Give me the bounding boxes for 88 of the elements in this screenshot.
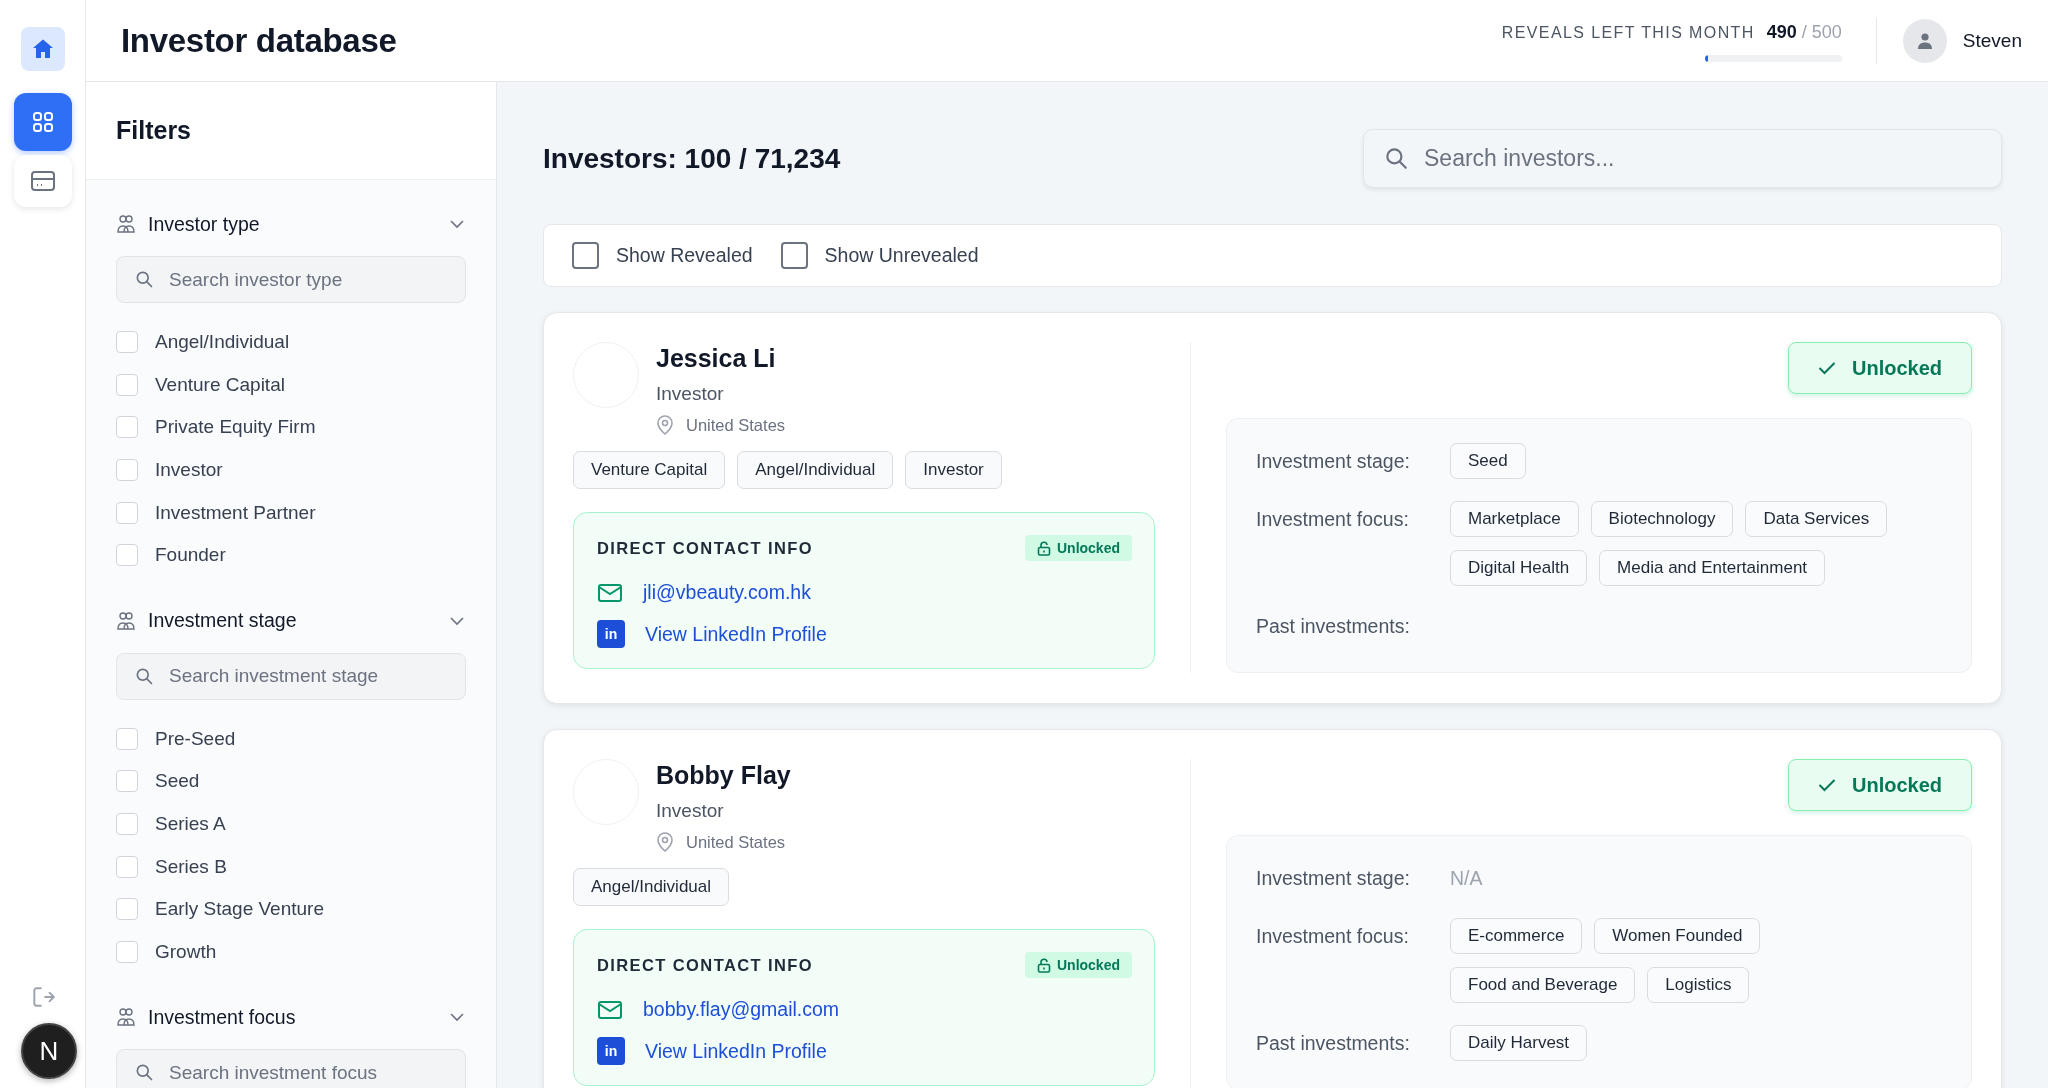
detail-label: Investment stage: [1256, 866, 1411, 891]
detail-label: Past investments: [1256, 614, 1411, 639]
search-icon [1383, 145, 1409, 171]
linkedin-link[interactable]: View LinkedIn Profile [645, 622, 827, 646]
linkedin-icon: in [597, 620, 625, 648]
tag: Angel/Individual [737, 451, 894, 489]
checkbox-label: Investment Partner [155, 501, 316, 524]
reveals-label: REVEALS LEFT THIS MONTH [1501, 23, 1755, 42]
tag: Food and Beverage [1450, 967, 1636, 1003]
tag: Seed [1450, 443, 1526, 479]
tag: Investor [905, 451, 1002, 489]
checkbox-label: Early Stage Venture [155, 898, 324, 921]
checkbox-label: Venture Capital [155, 373, 285, 396]
investor-location: United States [686, 415, 786, 435]
checkbox-label: Founder [155, 544, 226, 567]
reveals-count: 490 / 500 [1766, 21, 1842, 43]
results-count: Investors: 100 / 71,234 [543, 142, 841, 175]
tag: Daily Harvest [1450, 1025, 1588, 1061]
linkedin-link[interactable]: View LinkedIn Profile [645, 1039, 827, 1063]
section-title[interactable]: Investment focus [148, 1005, 436, 1029]
nav-button[interactable] [13, 155, 72, 207]
checkbox-label: Series A [155, 813, 226, 836]
person-icon [1915, 31, 1934, 50]
tag: Media and Entertainment [1599, 550, 1826, 586]
nav-button[interactable] [13, 93, 72, 151]
unlocked-button[interactable]: Unlocked [1788, 759, 1972, 811]
section-title[interactable]: Investment stage [148, 609, 436, 633]
detail-label: Investment focus: [1256, 924, 1410, 949]
search-field[interactable]: Search investor type [116, 256, 466, 303]
contact-heading: DIRECT CONTACT INFO [597, 538, 814, 558]
linkedin-icon: in [597, 1037, 625, 1065]
nav-button[interactable] [20, 27, 65, 71]
email-link[interactable]: bobby.flay@gmail.com [643, 998, 840, 1021]
checkbox-label: Investor [155, 459, 223, 482]
search-icon [134, 1062, 154, 1083]
tag: Logistics [1647, 967, 1750, 1003]
dev-indicator[interactable]: N [21, 1023, 77, 1079]
search-field[interactable]: Search investment stage [116, 652, 466, 700]
search-field[interactable]: Search investors... [1363, 129, 2002, 188]
tag: Biotechnology [1590, 501, 1734, 537]
checkbox[interactable] [572, 242, 599, 269]
search-icon [134, 269, 154, 289]
tag: E-commerce [1450, 918, 1583, 954]
section-title[interactable]: Investor type [148, 212, 436, 236]
contact-heading: DIRECT CONTACT INFO [597, 955, 814, 975]
people-icon [116, 610, 136, 631]
checkbox-label: Show Revealed [616, 244, 753, 267]
user-name[interactable]: Steven [1962, 29, 2022, 52]
check-icon [1818, 361, 1836, 375]
checkbox-label: Series B [155, 855, 227, 878]
mail-icon [597, 998, 623, 1021]
tag: Digital Health [1450, 550, 1588, 586]
tag: Marketplace [1450, 501, 1579, 537]
checkbox[interactable] [780, 242, 808, 269]
tag: Women Founded [1594, 918, 1761, 954]
investor-title: Investor [656, 800, 725, 822]
tag: Data Services [1745, 501, 1888, 537]
checkbox-label: Growth [155, 940, 217, 963]
email-link[interactable]: jli@vbeauty.com.hk [643, 581, 811, 604]
checkbox-label: Show Unrevealed [824, 244, 979, 267]
investor-title: Investor [656, 383, 725, 405]
detail-label: Investment stage: [1256, 449, 1411, 474]
checkbox-label: Seed [155, 770, 200, 793]
status-badge: Unlocked [1025, 952, 1132, 978]
location-icon [656, 415, 674, 435]
location-icon [656, 832, 674, 852]
mail-icon [597, 581, 623, 604]
tag: Venture Capital [573, 451, 726, 489]
investor-location: United States [686, 832, 786, 852]
investor-name: Bobby Flay [656, 761, 791, 790]
checkbox-label: Pre-Seed [155, 727, 236, 750]
detail-value: N/A [1450, 866, 1483, 891]
status-badge: Unlocked [1025, 535, 1132, 561]
investor-name: Jessica Li [656, 344, 777, 373]
people-icon [116, 214, 136, 234]
checkbox-label: Angel/Individual [155, 331, 290, 354]
grid-icon [30, 110, 55, 134]
check-icon [1818, 778, 1836, 792]
unlocked-button[interactable]: Unlocked [1788, 342, 1972, 394]
page-title: Investor database [121, 21, 398, 60]
tag: Angel/Individual [573, 868, 730, 906]
detail-label: Investment focus: [1256, 507, 1410, 532]
detail-label: Past investments: [1256, 1031, 1411, 1056]
search-field[interactable]: Search investment focus [116, 1049, 466, 1088]
checkbox-label: Private Equity Firm [155, 416, 316, 439]
card-icon [29, 169, 56, 193]
filters-title: Filters [86, 82, 496, 180]
people-icon [116, 1007, 136, 1028]
